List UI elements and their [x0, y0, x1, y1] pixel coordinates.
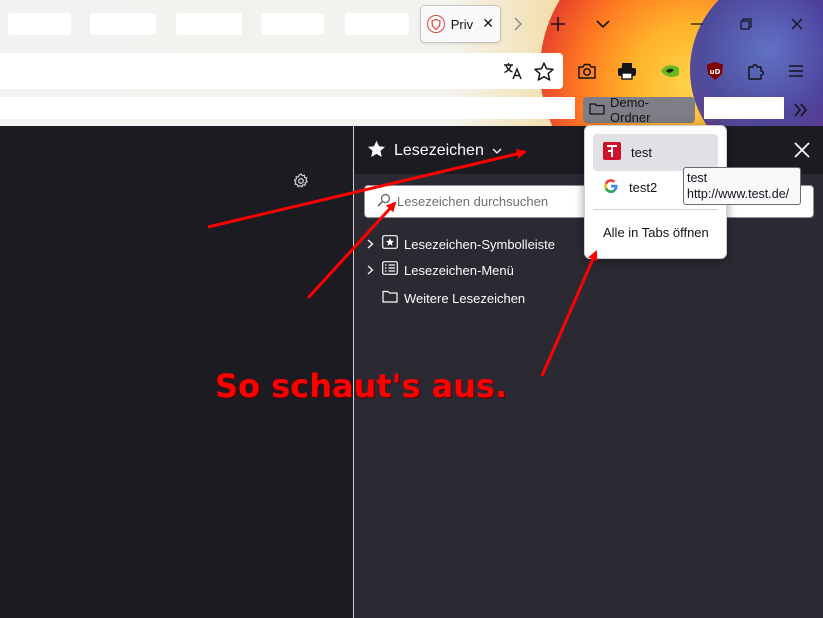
gear-icon[interactable]: [292, 172, 310, 190]
tab-title: Priv: [450, 16, 474, 32]
translate-icon[interactable]: [500, 58, 526, 84]
screenshot-camera-icon[interactable]: [574, 58, 600, 84]
star-filled-icon: [367, 140, 386, 162]
bookmark-menu-icon: [382, 261, 398, 279]
google-favicon: [603, 178, 619, 198]
bookmarks-overflow-chevron-icon[interactable]: [789, 98, 813, 122]
search-icon: [377, 193, 391, 211]
chevron-down-icon: [492, 144, 502, 159]
sidebar-close-icon[interactable]: [792, 140, 812, 160]
popup-item-label: test: [631, 145, 652, 160]
tree-item-other-bookmarks[interactable]: Weitere Lesezeichen: [364, 286, 525, 310]
svg-text:uD: uD: [710, 68, 721, 76]
twisty-chevron-right-icon[interactable]: [364, 239, 376, 249]
tooltip-url: http://www.test.de/: [687, 187, 790, 201]
annotation-text: So schaut's aus.: [215, 367, 508, 405]
tab-redacted[interactable]: [176, 13, 242, 35]
window-close-icon[interactable]: [787, 14, 807, 34]
tooltip-title: test: [687, 171, 708, 185]
bookmark-toolbar-icon: [382, 235, 398, 253]
tab-redacted[interactable]: [345, 13, 409, 35]
brave-shield-icon: [427, 15, 445, 33]
print-icon[interactable]: [614, 58, 640, 84]
app-menu-hamburger-icon[interactable]: [783, 58, 809, 84]
tab-scroll-right-icon[interactable]: [508, 14, 528, 34]
bookmarks-toolbar-redacted: [0, 97, 575, 119]
browser-chrome: Priv ✕ uD Demo-Ordner: [0, 0, 823, 126]
tree-item-label: Lesezeichen-Menü: [404, 262, 514, 278]
folder-icon: [589, 102, 605, 119]
tab-redacted[interactable]: [261, 13, 324, 35]
tab-redacted[interactable]: [90, 13, 156, 35]
bookmark-folder-label: Demo-Ordner: [610, 95, 651, 125]
popup-separator: [593, 209, 718, 210]
ublock-origin-icon[interactable]: uD: [702, 58, 728, 84]
window-minimize-icon[interactable]: [687, 14, 707, 34]
url-bar[interactable]: [0, 53, 563, 89]
bookmark-folder-demo-ordner[interactable]: Demo-Ordner: [583, 95, 695, 125]
bookmark-star-icon[interactable]: [531, 58, 557, 84]
folder-icon: [382, 290, 398, 307]
twisty-chevron-right-icon[interactable]: [364, 265, 376, 275]
open-all-in-tabs-item[interactable]: Alle in Tabs öffnen: [603, 225, 709, 240]
tree-item-label: Lesezeichen-Symbolleiste: [404, 236, 556, 252]
test-site-favicon: [603, 141, 621, 164]
extensions-puzzle-icon[interactable]: [743, 58, 769, 84]
popup-item-label: test2: [629, 180, 658, 195]
new-tab-plus-icon[interactable]: [548, 14, 568, 34]
sidebar-title: Lesezeichen: [394, 142, 484, 159]
tab-active[interactable]: Priv ✕: [421, 6, 500, 42]
tab-close-icon[interactable]: ✕: [482, 16, 494, 32]
list-all-tabs-chevron-icon[interactable]: [593, 14, 613, 34]
bookmark-item-redacted[interactable]: [704, 97, 784, 119]
tree-item-label: Weitere Lesezeichen: [404, 290, 526, 306]
tree-item-bookmarks-menu[interactable]: Lesezeichen-Menü: [364, 258, 514, 282]
bookmark-tooltip: test http://www.test.de/: [683, 167, 801, 205]
tab-redacted[interactable]: [8, 13, 71, 35]
sidebar-switcher[interactable]: Lesezeichen: [367, 140, 502, 162]
popup-item-test[interactable]: test: [593, 134, 718, 171]
window-restore-icon[interactable]: [736, 14, 756, 34]
tree-item-bookmarks-toolbar[interactable]: Lesezeichen-Symbolleiste: [364, 232, 555, 256]
nvidia-extension-icon[interactable]: [657, 58, 683, 84]
